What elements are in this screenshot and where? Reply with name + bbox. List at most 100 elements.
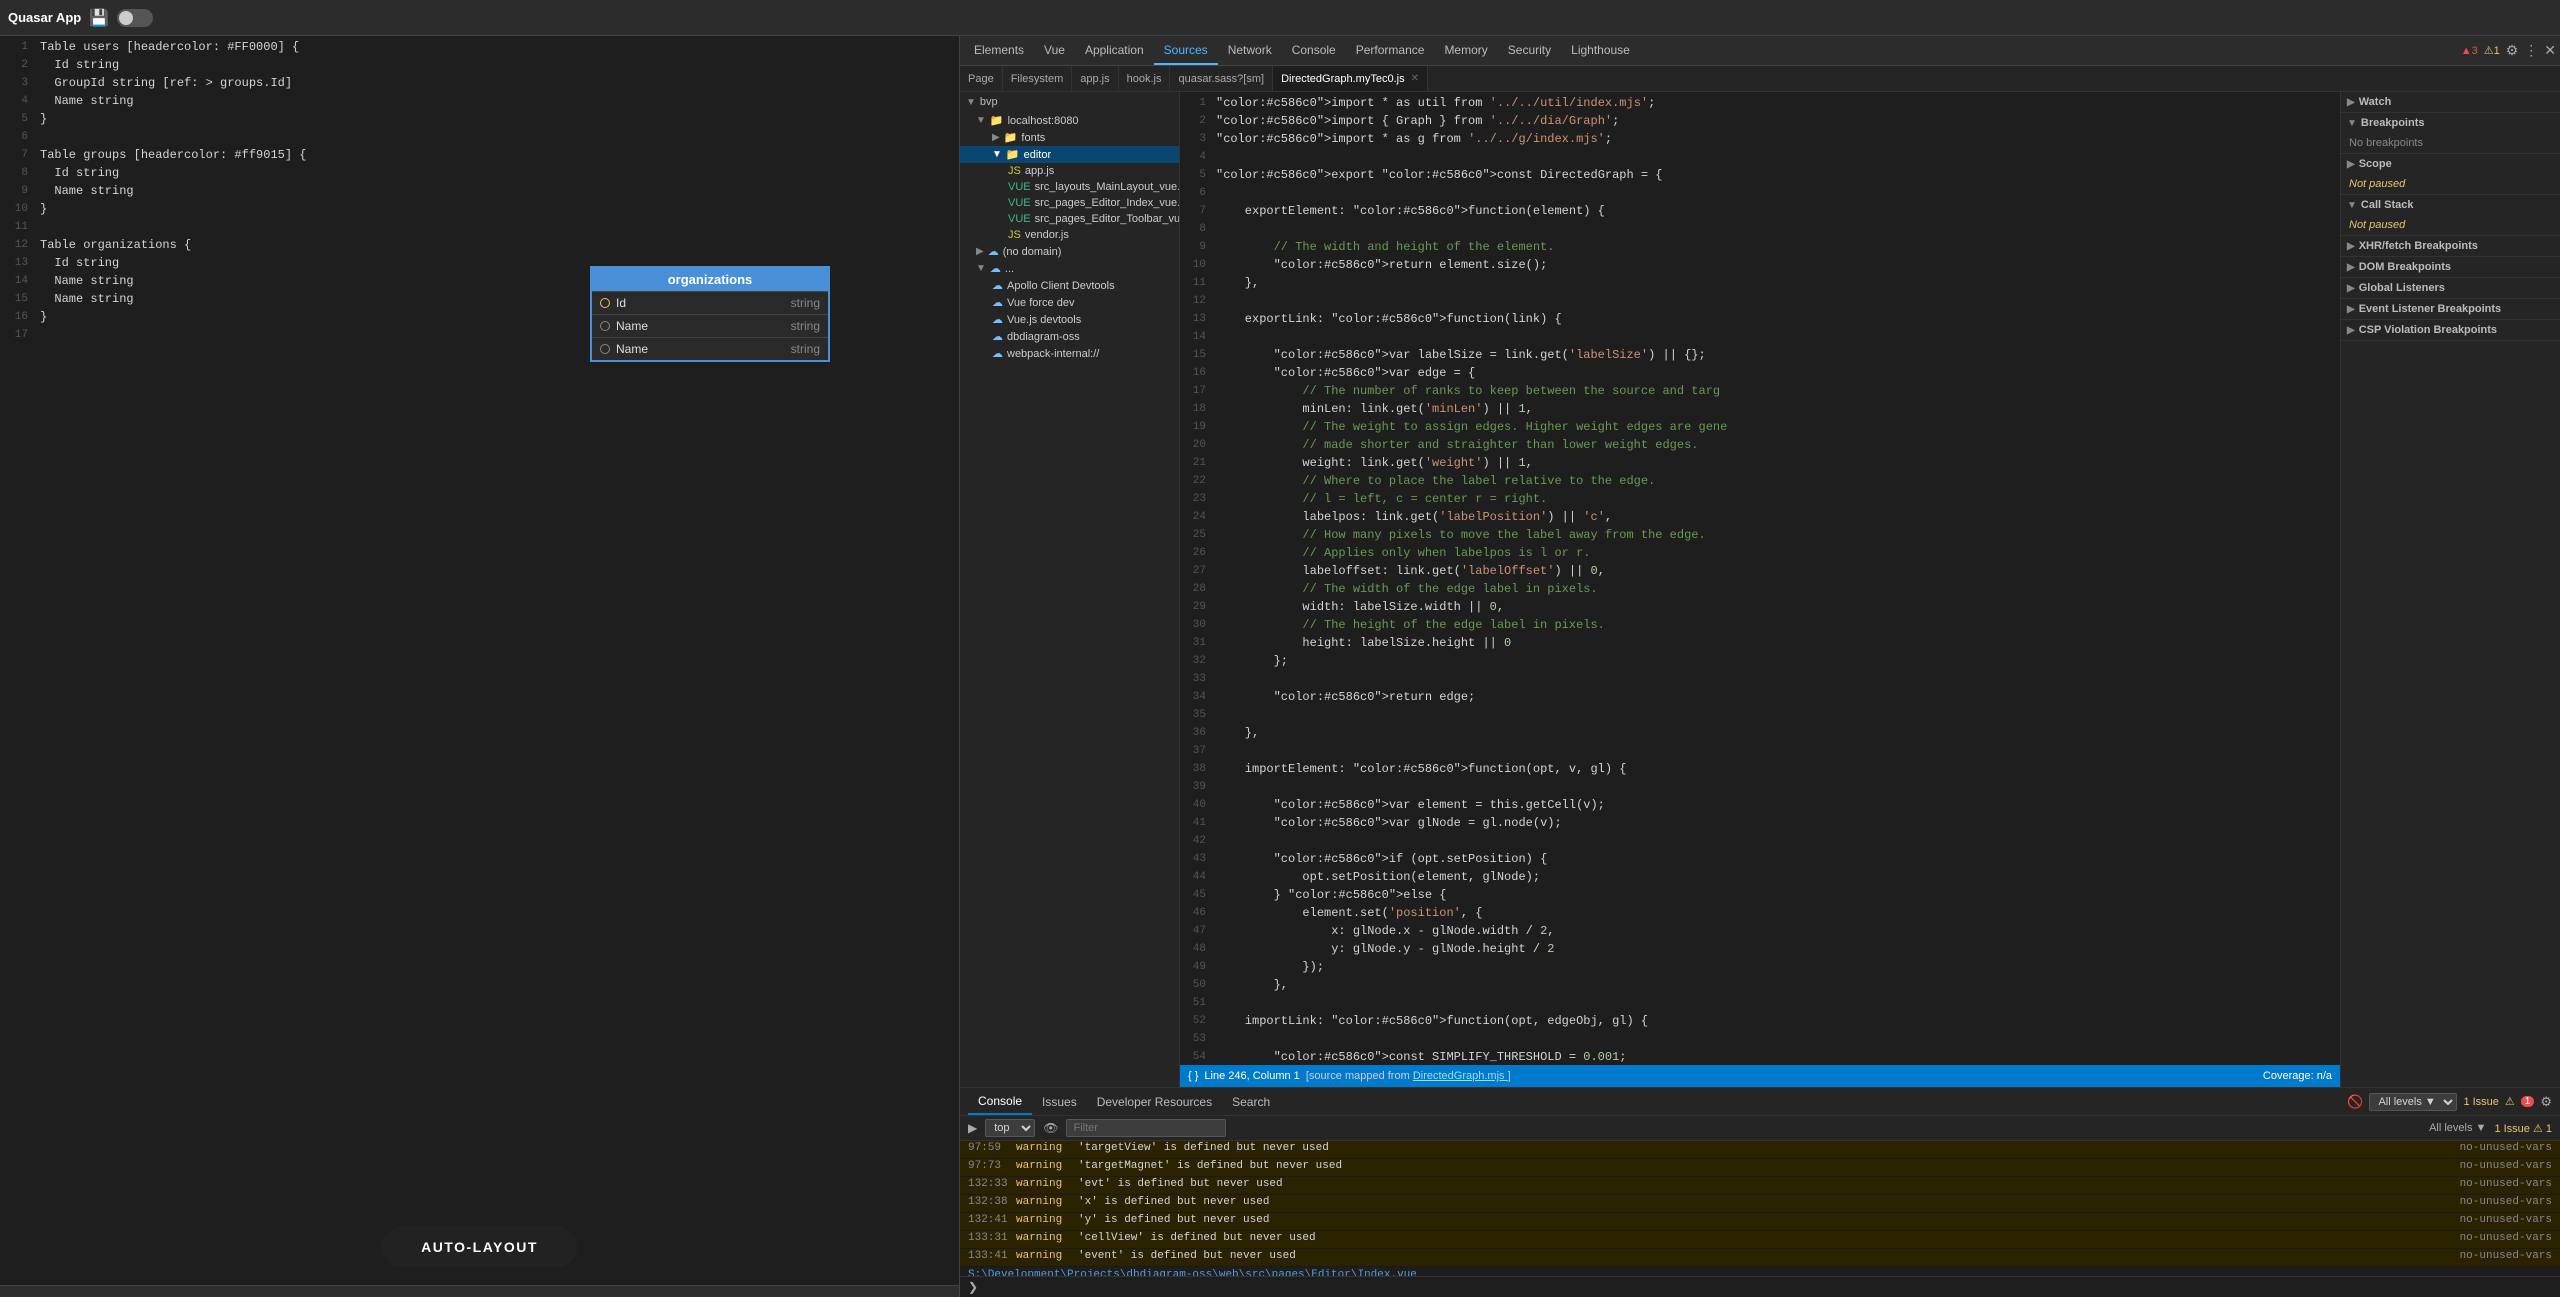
filetab-hookjs[interactable]: hook.js [1119, 66, 1171, 91]
close-devtools-icon[interactable]: ✕ [2544, 42, 2556, 59]
code-line: 23 // l = left, c = center r = right. [1180, 492, 2340, 510]
tree-mainlayout[interactable]: VUE src_layouts_MainLayout_vue.js [960, 179, 1179, 195]
tree-fonts[interactable]: ▶ 📁 fonts [960, 129, 1179, 146]
fonts-folder-icon: 📁 [1004, 131, 1018, 144]
filetab-close-icon[interactable]: ✕ [1411, 73, 1419, 84]
tab-application[interactable]: Application [1075, 36, 1154, 65]
dom-header[interactable]: ▶ DOM Breakpoints [2341, 257, 2560, 277]
tab-performance[interactable]: Performance [1346, 36, 1435, 65]
dock-icon[interactable]: ⋮ [2524, 42, 2538, 59]
tree-ellipsis[interactable]: ▼ ☁ ... [960, 260, 1179, 277]
console-line: 132:41warning'y' is defined but never us… [960, 1213, 2560, 1231]
code-line: 12 [1180, 294, 2340, 312]
vendor-icon: JS [1008, 229, 1021, 241]
horizontal-scrollbar[interactable] [0, 1285, 959, 1297]
tree-vuejs[interactable]: ☁ Vue.js devtools [960, 311, 1179, 328]
tab-vue[interactable]: Vue [1034, 36, 1075, 65]
console-input-row: ❯ [960, 1276, 2560, 1297]
filetab-directedgraph[interactable]: DirectedGraph.myTec0.js ✕ [1273, 66, 1428, 91]
tree-appjs[interactable]: JS app.js [960, 163, 1179, 179]
tree-root[interactable]: ▼ bvp [960, 92, 1179, 112]
bottom-tab-console[interactable]: Console [968, 1088, 1032, 1115]
tree-editortoolbar[interactable]: VUE src_pages_Editor_Toolbar_vue.js [960, 211, 1179, 227]
tab-memory[interactable]: Memory [1434, 36, 1497, 65]
bottom-tab-search[interactable]: Search [1222, 1088, 1280, 1115]
ellipsis-chevron-icon: ▼ [976, 263, 986, 274]
issues-warning-icon: ⚠ [2505, 1095, 2515, 1108]
tab-lighthouse[interactable]: Lighthouse [1561, 36, 1640, 65]
filetab-quasar-sass[interactable]: quasar.sass?[sm] [1170, 66, 1273, 91]
left-code-line: 3 GroupId string [ref: > groups.Id] [0, 76, 959, 94]
tab-console[interactable]: Console [1282, 36, 1346, 65]
code-line: 34 "color:#c586c0">return edge; [1180, 690, 2340, 708]
code-line: 35 [1180, 708, 2340, 726]
callstack-header[interactable]: ▼ Call Stack [2341, 195, 2560, 215]
console-line: 133:31warning'cellView' is defined but n… [960, 1231, 2560, 1249]
dbdiagram-icon: ☁ [992, 330, 1003, 343]
tree-apollo[interactable]: ☁ Apollo Client Devtools [960, 277, 1179, 294]
event-header[interactable]: ▶ Event Listener Breakpoints [2341, 299, 2560, 319]
save-icon[interactable]: 💾 [89, 8, 109, 28]
left-code-line: 5} [0, 112, 959, 130]
csp-header[interactable]: ▶ CSP Violation Breakpoints [2341, 320, 2560, 340]
callstack-chevron-icon: ▼ [2347, 200, 2357, 211]
console-execute-icon[interactable]: ▶ [968, 1121, 977, 1135]
code-line: 54 "color:#c586c0">const SIMPLIFY_THRESH… [1180, 1050, 2340, 1065]
console-input[interactable] [984, 1281, 2552, 1293]
tree-dbdiagram[interactable]: ☁ dbdiagram-oss [960, 328, 1179, 345]
tree-editor[interactable]: ▼ 📁 editor [960, 146, 1179, 163]
tab-sources[interactable]: Sources [1154, 36, 1218, 65]
scope-chevron-icon: ▶ [2347, 159, 2355, 170]
tree-webpack[interactable]: ☁ webpack-internal:// [960, 345, 1179, 362]
xhr-label: XHR/fetch Breakpoints [2359, 240, 2478, 252]
watch-section: ▶ Watch [2341, 92, 2560, 113]
callstack-label: Call Stack [2361, 199, 2414, 211]
code-line: 10 "color:#c586c0">return element.size()… [1180, 258, 2340, 276]
editorindex-icon: VUE [1008, 197, 1031, 209]
no-breakpoints-text: No breakpoints [2349, 137, 2423, 149]
breakpoints-label: Breakpoints [2361, 117, 2425, 129]
auto-layout-button[interactable]: AUTO-LAYOUT [381, 1227, 578, 1267]
filetab-filesystem[interactable]: Filesystem [1003, 66, 1073, 91]
issues-badge: 1 [2521, 1096, 2535, 1107]
console-top-select[interactable]: top [985, 1119, 1035, 1137]
tree-editorindex[interactable]: VUE src_pages_Editor_Index_vue.js [960, 195, 1179, 211]
tree-vuejs-label: Vue.js devtools [1007, 314, 1081, 326]
diagram-row: Namestring [592, 314, 828, 337]
eye-icon[interactable]: 👁 [1043, 1121, 1058, 1135]
global-chevron-icon: ▶ [2347, 283, 2355, 294]
code-line: 6 [1180, 186, 2340, 204]
console-line: 133:41warning'event' is defined but neve… [960, 1249, 2560, 1267]
tree-root-label: bvp [980, 96, 998, 108]
bottom-tab-devresources[interactable]: Developer Resources [1087, 1088, 1222, 1115]
bottom-tab-issues[interactable]: Issues [1032, 1088, 1087, 1115]
console-settings-icon[interactable]: ⚙ [2540, 1094, 2552, 1110]
console-level-select[interactable]: All levels ▼ [2369, 1093, 2457, 1111]
tab-network[interactable]: Network [1218, 36, 1282, 65]
settings-icon[interactable]: ⚙ [2506, 42, 2519, 59]
code-line: 7 exportElement: "color:#c586c0">functio… [1180, 204, 2340, 222]
tab-elements[interactable]: Elements [964, 36, 1034, 65]
global-header[interactable]: ▶ Global Listeners [2341, 278, 2560, 298]
file-tree: ▼ bvp ▼ 📁 localhost:8080 ▶ 📁 fonts ▼ [960, 92, 1180, 1087]
chevron-right-icon: ▶ [992, 132, 1000, 143]
status-file-link[interactable]: DirectedGraph.mjs [1413, 1070, 1508, 1082]
code-line: 52 importLink: "color:#c586c0">function(… [1180, 1014, 2340, 1032]
theme-toggle[interactable] [117, 9, 153, 27]
watch-header[interactable]: ▶ Watch [2341, 92, 2560, 112]
breakpoints-header[interactable]: ▼ Breakpoints [2341, 113, 2560, 133]
tree-nodomain[interactable]: ▶ ☁ (no domain) [960, 243, 1179, 260]
tree-mainlayout-label: src_layouts_MainLayout_vue.js [1035, 181, 1180, 193]
xhr-header[interactable]: ▶ XHR/fetch Breakpoints [2341, 236, 2560, 256]
filter-input[interactable] [1066, 1119, 1226, 1137]
filetab-page[interactable]: Page [960, 66, 1003, 91]
tree-localhost[interactable]: ▼ 📁 localhost:8080 [960, 112, 1179, 129]
scope-header[interactable]: ▶ Scope [2341, 154, 2560, 174]
tree-localhost-label: localhost:8080 [1008, 115, 1079, 127]
tree-vueforce[interactable]: ☁ Vue force dev [960, 294, 1179, 311]
tree-vendor[interactable]: JS vendor.js [960, 227, 1179, 243]
tab-security[interactable]: Security [1498, 36, 1561, 65]
console-clear-icon[interactable]: 🚫 [2347, 1094, 2363, 1110]
filetab-appjs[interactable]: app.js [1072, 66, 1118, 91]
code-line: 39 [1180, 780, 2340, 798]
